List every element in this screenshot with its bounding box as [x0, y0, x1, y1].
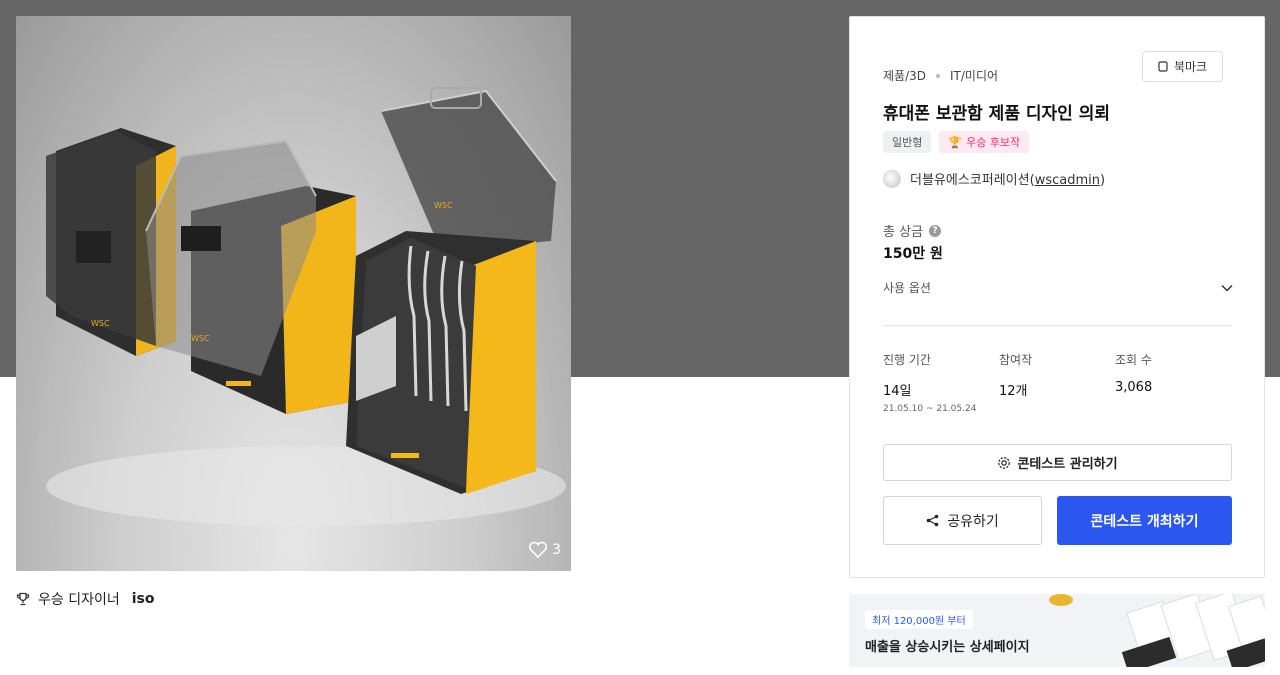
host-contest-button[interactable]: 콘테스트 개최하기 — [1057, 496, 1232, 545]
manage-contest-label: 콘테스트 관리하기 — [1017, 457, 1118, 472]
award-tag-label: 우승 후보작 — [966, 136, 1021, 149]
separator-dot — [936, 73, 940, 78]
phone-storage-render: WSC WSC WSC — [46, 87, 566, 526]
contest-stats: 진행 기간 14일 21.05.10 ~ 21.05.24 참여작 12개 조회… — [883, 351, 1233, 414]
category-primary[interactable]: 제품/3D — [883, 67, 926, 84]
type-tag: 일반형 — [883, 131, 932, 153]
tag-list: 일반형 🏆 우승 후보작 — [883, 131, 1030, 153]
avatar — [883, 169, 901, 188]
award-label: 우승 디자이너 — [38, 592, 120, 608]
share-label: 공유하기 — [947, 513, 999, 530]
prize-value: 150만 원 — [883, 246, 943, 262]
breadcrumb: 제품/3D IT/미디어 — [883, 67, 998, 84]
ad-price-pill: 최저 120,000원 부터 — [865, 610, 973, 629]
stat-value: 3,068 — [1115, 380, 1153, 395]
logo-text-unit3: WSC — [434, 201, 453, 210]
help-icon[interactable]: ? — [929, 224, 942, 237]
stat-label: 조회 수 — [1115, 353, 1152, 367]
like-count: 3 — [552, 542, 561, 558]
product-image[interactable]: WSC WSC WSC 3 — [16, 16, 571, 571]
prize-label: 총 상금 ? — [883, 221, 942, 240]
logo-text-unit2: WSC — [191, 334, 210, 343]
trophy-icon: 🏆 — [948, 135, 963, 149]
award-tag: 🏆 우승 후보작 — [939, 131, 1030, 153]
category-secondary[interactable]: IT/미디어 — [950, 67, 998, 84]
trophy-icon — [16, 592, 30, 606]
gear-icon — [998, 456, 1011, 469]
stat-entries: 참여작 12개 — [999, 351, 1115, 414]
stat-date-range: 21.05.10 ~ 21.05.24 — [883, 404, 977, 414]
logo-text-unit1: WSC — [91, 319, 110, 328]
prize-label-text: 총 상금 — [883, 225, 924, 240]
bookmark-label: 북마크 — [1173, 60, 1208, 74]
ad-illustration — [1049, 594, 1265, 667]
contest-info-card: 제품/3D IT/미디어 북마크 휴대폰 보관함 제품 디자인 의뢰 일반형 🏆… — [849, 16, 1265, 578]
host-handle[interactable]: wscadmin — [1035, 173, 1100, 188]
bookmark-button[interactable]: 북마크 — [1142, 51, 1223, 82]
ad-banner[interactable]: 최저 120,000원 부터 매출을 상승시키는 상세페이지 — [849, 594, 1265, 667]
stat-duration: 진행 기간 14일 21.05.10 ~ 21.05.24 — [883, 351, 999, 414]
host-name: 더블유에스코퍼레이션 — [910, 173, 1030, 188]
designer-name[interactable]: iso — [132, 591, 155, 607]
host-info[interactable]: 더블유에스코퍼레이션(wscadmin) — [883, 169, 1105, 188]
contest-title: 휴대폰 보관함 제품 디자인 의뢰 — [883, 104, 1110, 124]
heart-icon — [529, 541, 548, 559]
usage-options-toggle[interactable]: 사용 옵션 — [883, 279, 1233, 296]
usage-options-label: 사용 옵션 — [883, 281, 931, 295]
stat-value: 14일 — [883, 384, 912, 399]
stat-value: 12개 — [999, 384, 1028, 399]
manage-contest-button[interactable]: 콘테스트 관리하기 — [883, 444, 1232, 481]
stat-views: 조회 수 3,068 — [1115, 351, 1231, 414]
divider — [883, 325, 1232, 326]
ad-headline: 매출을 상승시키는 상세페이지 — [865, 640, 1030, 655]
share-icon — [926, 514, 939, 527]
stat-label: 참여작 — [999, 353, 1033, 367]
stat-label: 진행 기간 — [883, 353, 931, 367]
bookmark-icon — [1158, 61, 1168, 72]
chevron-down-icon — [1221, 284, 1233, 292]
winner-designer: 우승 디자이너 iso — [16, 589, 154, 609]
like-badge[interactable]: 3 — [528, 541, 561, 559]
share-button[interactable]: 공유하기 — [883, 496, 1042, 545]
